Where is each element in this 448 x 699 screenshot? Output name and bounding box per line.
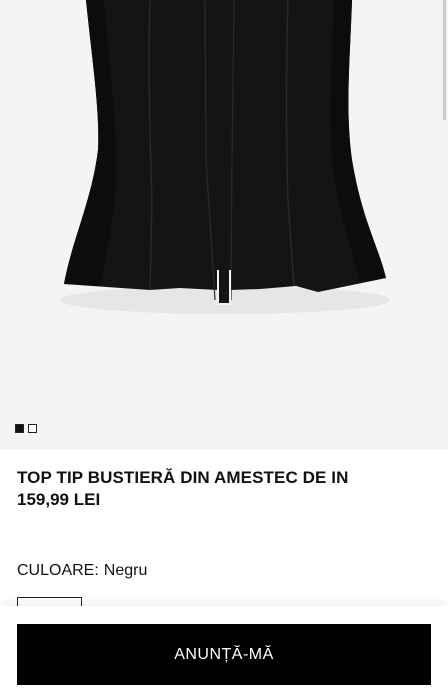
product-photo bbox=[60, 0, 390, 314]
product-price: 159,99 LEI bbox=[17, 490, 101, 509]
carousel-dots bbox=[15, 424, 37, 433]
scroll-indicator[interactable] bbox=[443, 0, 446, 120]
product-page: TOP TIP BUSTIERĂ DIN AMESTEC DE IN 159,9… bbox=[0, 0, 448, 699]
bottom-action-bar: ANUNȚĂ-MĂ bbox=[0, 606, 448, 699]
color-row: CULOARE: Negru bbox=[17, 562, 147, 580]
color-label: CULOARE: bbox=[17, 562, 99, 579]
color-value: Negru bbox=[103, 562, 148, 579]
carousel-dot-1[interactable] bbox=[15, 424, 24, 433]
product-title: TOP TIP BUSTIERĂ DIN AMESTEC DE IN bbox=[17, 468, 349, 487]
carousel-dot-2[interactable] bbox=[28, 424, 37, 433]
notify-me-button[interactable]: ANUNȚĂ-MĂ bbox=[17, 624, 431, 685]
product-image-carousel[interactable] bbox=[0, 0, 448, 450]
